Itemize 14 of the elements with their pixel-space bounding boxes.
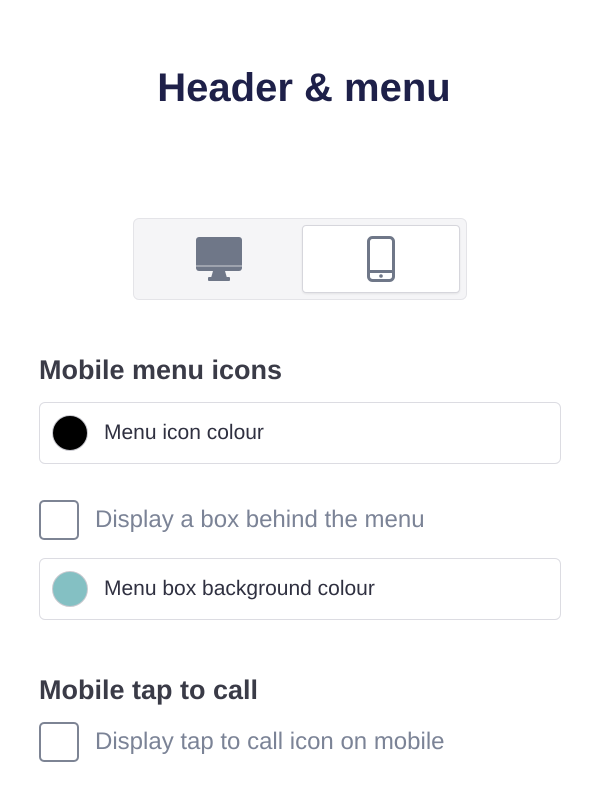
device-tab[interactable] bbox=[302, 225, 460, 293]
color-swatch[interactable] bbox=[52, 571, 88, 607]
section-heading: Mobile menu icons bbox=[39, 354, 284, 387]
checkbox[interactable] bbox=[39, 722, 79, 762]
color-picker-field[interactable]: Menu box background colour bbox=[39, 558, 561, 620]
monitor-icon bbox=[196, 237, 242, 281]
checkbox-label: Display tap to call icon on mobile bbox=[95, 728, 445, 756]
color-picker-field[interactable]: Menu icon colour bbox=[39, 402, 561, 464]
checkbox[interactable] bbox=[39, 500, 79, 540]
color-swatch[interactable] bbox=[52, 415, 88, 451]
section-heading: Mobile tap to call bbox=[39, 674, 260, 707]
checkbox-label: Display a box behind the menu bbox=[95, 506, 425, 534]
phone-icon bbox=[367, 236, 395, 282]
page-title: Header & menu bbox=[156, 65, 452, 112]
